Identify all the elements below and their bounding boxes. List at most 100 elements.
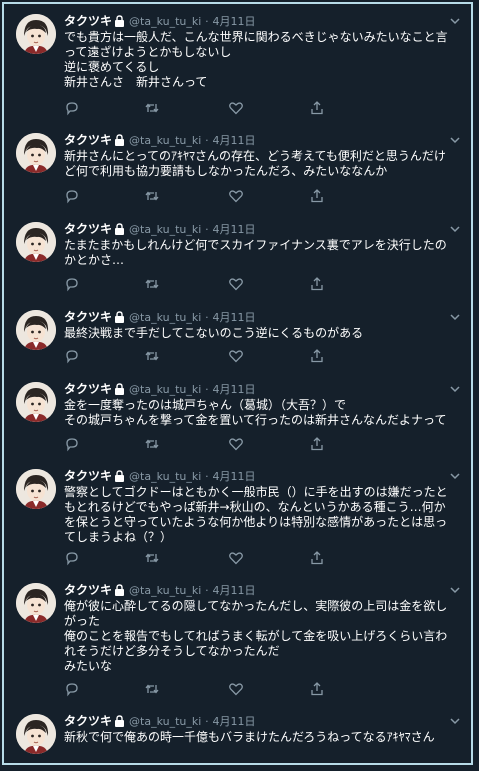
- chevron-down-icon[interactable]: [449, 308, 461, 321]
- tweet-date[interactable]: 4月11日: [212, 134, 255, 147]
- like-icon[interactable]: [228, 348, 244, 364]
- tweet-text: 最終決戦まで手だしてこないのこう逆にくるものがある: [64, 326, 364, 340]
- tweet[interactable]: タクツキ @ta_ku_tu_ki · 4月11日 たまたまかもしれんけど何でスカ…: [4, 212, 471, 301]
- like-icon[interactable]: [228, 188, 244, 204]
- share-icon[interactable]: [309, 276, 325, 292]
- tweet-text: でも貴方は一般人だ、こんな世界に関わるべきじゃないみたいなこと言って遠ざけようと…: [64, 30, 448, 89]
- share-icon[interactable]: [309, 100, 325, 116]
- avatar[interactable]: [16, 222, 56, 262]
- tweet-date[interactable]: 4月11日: [212, 383, 255, 396]
- reply-icon[interactable]: [64, 436, 80, 452]
- separator: ·: [205, 134, 209, 147]
- user-handle[interactable]: @ta_ku_tu_ki: [129, 383, 201, 396]
- tweet[interactable]: タクツキ @ta_ku_tu_ki · 4月11日 最終決戦まで手だしてこないのこ…: [4, 300, 471, 373]
- chevron-down-icon[interactable]: [449, 12, 461, 25]
- tweet-header: タクツキ @ta_ku_tu_ki · 4月11日: [64, 581, 441, 599]
- tweet-text: 新井さんにとってのｱｷﾔﾏさんの存在、どう考えても便利だと思うんだけど何で利用も…: [64, 149, 446, 178]
- tweet-date[interactable]: 4月11日: [212, 311, 255, 324]
- tweet-header: タクツキ @ta_ku_tu_ki · 4月11日: [64, 131, 441, 149]
- user-handle[interactable]: @ta_ku_tu_ki: [129, 584, 201, 597]
- separator: ·: [205, 223, 209, 236]
- user-handle[interactable]: @ta_ku_tu_ki: [129, 134, 201, 147]
- display-name[interactable]: タクツキ: [64, 469, 112, 483]
- display-name[interactable]: タクツキ: [64, 222, 112, 236]
- timeline: タクツキ @ta_ku_tu_ki · 4月11日 でも貴方は一般人だ、こんな世界…: [2, 2, 473, 765]
- tweet[interactable]: タクツキ @ta_ku_tu_ki · 4月11日 警察としてゴクドーはともかく一…: [4, 459, 471, 574]
- tweet-header: タクツキ @ta_ku_tu_ki · 4月11日: [64, 12, 441, 30]
- user-handle[interactable]: @ta_ku_tu_ki: [129, 470, 201, 483]
- retweet-icon[interactable]: [144, 550, 160, 566]
- tweet-text: 俺が彼に心酔してるの隠してなかったんだし、実際彼の上司は金を欲しがった 俺のこと…: [64, 599, 448, 673]
- retweet-icon[interactable]: [144, 100, 160, 116]
- retweet-icon[interactable]: [144, 348, 160, 364]
- separator: ·: [205, 15, 209, 28]
- retweet-icon[interactable]: [144, 188, 160, 204]
- tweet-actions: [64, 681, 451, 697]
- reply-icon[interactable]: [64, 550, 80, 566]
- retweet-icon[interactable]: [144, 436, 160, 452]
- tweet-date[interactable]: 4月11日: [212, 470, 255, 483]
- tweet-date[interactable]: 4月11日: [212, 15, 255, 28]
- avatar[interactable]: [16, 310, 56, 350]
- chevron-down-icon[interactable]: [449, 380, 461, 393]
- display-name[interactable]: タクツキ: [64, 14, 112, 28]
- tweet[interactable]: タクツキ @ta_ku_tu_ki · 4月11日 金を一度奪ったのは城戸ちゃん（…: [4, 372, 471, 460]
- tweet-header: タクツキ @ta_ku_tu_ki · 4月11日: [64, 712, 441, 730]
- tweet-actions: [64, 188, 451, 204]
- reply-icon[interactable]: [64, 681, 80, 697]
- like-icon[interactable]: [228, 276, 244, 292]
- avatar[interactable]: [16, 14, 56, 54]
- tweet-actions: [64, 348, 451, 364]
- like-icon[interactable]: [228, 436, 244, 452]
- display-name[interactable]: タクツキ: [64, 714, 112, 728]
- avatar[interactable]: [16, 714, 56, 754]
- tweet[interactable]: タクツキ @ta_ku_tu_ki · 4月11日 新井さんにとってのｱｷﾔﾏさん…: [4, 123, 471, 213]
- share-icon[interactable]: [309, 550, 325, 566]
- reply-icon[interactable]: [64, 348, 80, 364]
- like-icon[interactable]: [228, 100, 244, 116]
- reply-icon[interactable]: [64, 100, 80, 116]
- tweet[interactable]: タクツキ @ta_ku_tu_ki · 4月11日 でも貴方は一般人だ、こんな世界…: [4, 4, 471, 124]
- retweet-icon[interactable]: [144, 681, 160, 697]
- tweet-header: タクツキ @ta_ku_tu_ki · 4月11日: [64, 308, 441, 326]
- chevron-down-icon[interactable]: [449, 220, 461, 233]
- display-name[interactable]: タクツキ: [64, 583, 112, 597]
- share-icon[interactable]: [309, 436, 325, 452]
- chevron-down-icon[interactable]: [449, 131, 461, 144]
- tweet-actions: [64, 436, 451, 452]
- like-icon[interactable]: [228, 550, 244, 566]
- avatar[interactable]: [16, 583, 56, 623]
- separator: ·: [205, 470, 209, 483]
- share-icon[interactable]: [309, 188, 325, 204]
- tweet[interactable]: タクツキ @ta_ku_tu_ki · 4月11日 俺が彼に心酔してるの隠してなか…: [4, 573, 471, 705]
- chevron-down-icon[interactable]: [449, 467, 461, 480]
- tweet-date[interactable]: 4月11日: [212, 223, 255, 236]
- tweet-text: 新秋で何で俺あの時一千億もバラまけたんだろうねってなるｱｷﾔﾏさん: [64, 730, 435, 744]
- user-handle[interactable]: @ta_ku_tu_ki: [129, 715, 201, 728]
- avatar[interactable]: [16, 469, 56, 509]
- tweet-text: たまたまかもしれんけど何でスカイファイナンス裏でアレを決行したのかとかさ…: [64, 238, 447, 267]
- tweet-actions: [64, 100, 451, 116]
- display-name[interactable]: タクツキ: [64, 310, 112, 324]
- chevron-down-icon[interactable]: [449, 712, 461, 725]
- retweet-icon[interactable]: [144, 276, 160, 292]
- tweet[interactable]: タクツキ @ta_ku_tu_ki · 4月11日 新秋で何で俺あの時一千億もバラ…: [4, 704, 471, 763]
- reply-icon[interactable]: [64, 188, 80, 204]
- display-name[interactable]: タクツキ: [64, 133, 112, 147]
- separator: ·: [205, 715, 209, 728]
- tweet-header: タクツキ @ta_ku_tu_ki · 4月11日: [64, 467, 441, 485]
- reply-icon[interactable]: [64, 276, 80, 292]
- user-handle[interactable]: @ta_ku_tu_ki: [129, 223, 201, 236]
- like-icon[interactable]: [228, 681, 244, 697]
- share-icon[interactable]: [309, 348, 325, 364]
- tweet-date[interactable]: 4月11日: [212, 715, 255, 728]
- avatar[interactable]: [16, 133, 56, 173]
- chevron-down-icon[interactable]: [449, 581, 461, 594]
- share-icon[interactable]: [309, 681, 325, 697]
- avatar[interactable]: [16, 382, 56, 422]
- user-handle[interactable]: @ta_ku_tu_ki: [129, 311, 201, 324]
- user-handle[interactable]: @ta_ku_tu_ki: [129, 15, 201, 28]
- separator: ·: [205, 383, 209, 396]
- tweet-date[interactable]: 4月11日: [212, 584, 255, 597]
- display-name[interactable]: タクツキ: [64, 382, 112, 396]
